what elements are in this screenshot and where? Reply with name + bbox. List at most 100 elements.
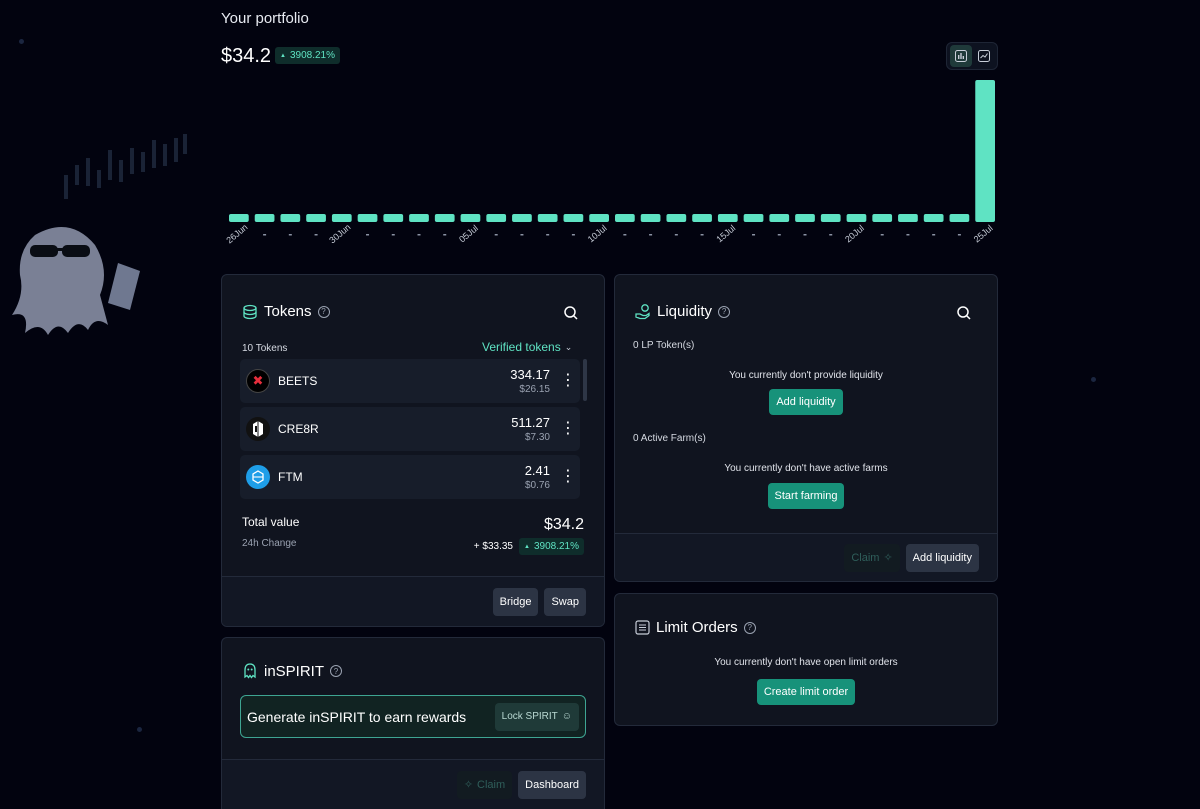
chart-bar[interactable]: [640, 214, 661, 222]
chart-bar[interactable]: [692, 214, 712, 222]
chart-bar[interactable]: [280, 214, 301, 222]
verified-tokens-label: Verified tokens: [482, 340, 561, 354]
x-tick-mark: [443, 234, 447, 236]
chart-bar[interactable]: [357, 214, 378, 222]
chart-bar[interactable]: [872, 214, 893, 222]
bar-chart-button[interactable]: [949, 45, 972, 67]
portfolio-chart: 26Jun 30Jun 05Jul 10Jul 15Jul 20Jul 25Jul: [226, 80, 995, 245]
x-tick-label: 26Jun: [226, 222, 250, 245]
chart-bar[interactable]: [254, 214, 275, 222]
x-tick-mark: [263, 234, 267, 236]
ghost-icon: [244, 663, 256, 679]
chart-bar[interactable]: [666, 214, 687, 222]
chart-bar[interactable]: [769, 214, 790, 222]
total-value: $34.2: [543, 516, 584, 533]
search-icon[interactable]: [955, 304, 973, 322]
chart-bar[interactable]: [229, 214, 249, 222]
claim-button[interactable]: Claim ✧: [844, 543, 900, 572]
x-tick-label: 10Jul: [586, 223, 609, 244]
x-tick-mark: [314, 234, 318, 236]
help-icon[interactable]: ?: [317, 305, 330, 318]
chart-bar[interactable]: [383, 214, 404, 222]
token-row[interactable]: FTM 2.41 $0.76 ⋮: [240, 455, 580, 499]
liquidity-title: Liquidity: [657, 303, 713, 320]
ghost-small-icon: ☺: [561, 711, 572, 722]
chart-bar[interactable]: [923, 214, 944, 222]
token-amount: 511.27: [511, 415, 550, 430]
help-icon[interactable]: ?: [330, 665, 343, 677]
beets-logo-icon: ✖: [246, 369, 270, 393]
verified-tokens-dropdown[interactable]: Verified tokens ⌄: [482, 340, 572, 354]
x-tick-mark: [752, 234, 756, 236]
chart-bar[interactable]: [846, 214, 867, 222]
lp-token-count: 0 LP Token(s): [633, 340, 695, 351]
x-tick-mark: [391, 234, 395, 236]
add-liquidity-button[interactable]: Add liquidity: [769, 389, 843, 415]
x-tick-mark: [366, 234, 370, 236]
chart-bar[interactable]: [820, 214, 841, 222]
total-value-label: Total value: [242, 515, 300, 529]
lock-spirit-button[interactable]: Lock SPIRIT ☺: [494, 702, 579, 731]
x-tick-label: 15Jul: [714, 223, 737, 244]
x-tick-mark: [957, 234, 961, 236]
chart-bar[interactable]: [409, 214, 429, 222]
start-farming-button[interactable]: Start farming: [767, 483, 845, 509]
token-count: 10 Tokens: [242, 343, 288, 354]
inspirit-banner: Generate inSPIRIT to earn rewards Lock S…: [240, 695, 586, 738]
token-list-scrollbar[interactable]: [583, 359, 587, 401]
footer-add-liquidity-button[interactable]: Add liquidity: [905, 543, 979, 572]
token-row[interactable]: ✖ BEETS 334.17 $26.15 ⋮: [240, 359, 580, 403]
tokens-title: Tokens: [264, 303, 312, 320]
dashboard-button[interactable]: Dashboard: [518, 770, 586, 799]
x-tick-mark: [494, 234, 498, 236]
x-tick-mark: [829, 234, 833, 236]
chart-bar[interactable]: [306, 214, 326, 222]
inspirit-claim-button[interactable]: ✧ Claim: [456, 770, 513, 799]
chart-bar[interactable]: [949, 214, 970, 222]
background-dot: [19, 39, 24, 44]
create-limit-order-button[interactable]: Create limit order: [756, 679, 856, 705]
chart-bar[interactable]: [563, 214, 584, 222]
help-icon[interactable]: ?: [743, 621, 756, 634]
token-name: BEETS: [278, 374, 318, 388]
chart-bar[interactable]: [898, 214, 918, 222]
chart-bar[interactable]: [512, 214, 532, 222]
help-icon[interactable]: ?: [718, 305, 731, 318]
sparkle-icon: ✧: [883, 552, 893, 564]
inspirit-footer: ✧ Claim Dashboard: [222, 759, 604, 809]
chart-bar[interactable]: [589, 214, 609, 222]
cre8r-logo-icon: [246, 417, 270, 441]
token-amount: 334.17: [510, 367, 550, 382]
more-options-icon[interactable]: ⋮: [560, 469, 576, 485]
chart-bar[interactable]: [331, 214, 352, 222]
x-tick-label: 20Jul: [843, 223, 866, 244]
x-tick-mark: [571, 234, 575, 236]
caret-up-icon: ▲: [280, 52, 286, 59]
chart-bar[interactable]: [743, 214, 764, 222]
chart-bar[interactable]: [537, 214, 558, 222]
tokens-card: Tokens ? 10 Tokens Verified tokens ⌄ ✖ B…: [221, 274, 605, 627]
swap-button[interactable]: Swap: [544, 587, 586, 616]
token-row[interactable]: CRE8R 511.27 $7.30 ⋮: [240, 407, 580, 451]
search-icon[interactable]: [562, 304, 580, 322]
list-icon: [635, 620, 650, 635]
bridge-button[interactable]: Bridge: [492, 587, 539, 616]
chart-bar[interactable]: [975, 80, 995, 222]
ghost-mascot-icon: [12, 227, 140, 335]
liquidity-card: Liquidity ? 0 LP Token(s) You currently …: [614, 274, 998, 582]
chart-bar[interactable]: [460, 214, 481, 222]
x-tick-label: 25Jul: [972, 223, 995, 244]
chart-bar[interactable]: [486, 214, 507, 222]
chart-bar[interactable]: [717, 214, 738, 222]
chart-bar[interactable]: [795, 214, 815, 222]
more-options-icon[interactable]: ⋮: [560, 421, 576, 437]
x-tick-mark: [906, 234, 910, 236]
more-options-icon[interactable]: ⋮: [560, 373, 576, 389]
chart-bar[interactable]: [615, 214, 635, 222]
line-chart-button[interactable]: [973, 45, 995, 67]
active-farms-count: 0 Active Farm(s): [633, 433, 706, 444]
tokens-footer: Bridge Swap: [222, 576, 604, 626]
liquidity-footer: Claim ✧ Add liquidity: [615, 533, 997, 581]
chart-bar[interactable]: [434, 214, 455, 222]
ftm-logo-icon: [246, 465, 270, 489]
